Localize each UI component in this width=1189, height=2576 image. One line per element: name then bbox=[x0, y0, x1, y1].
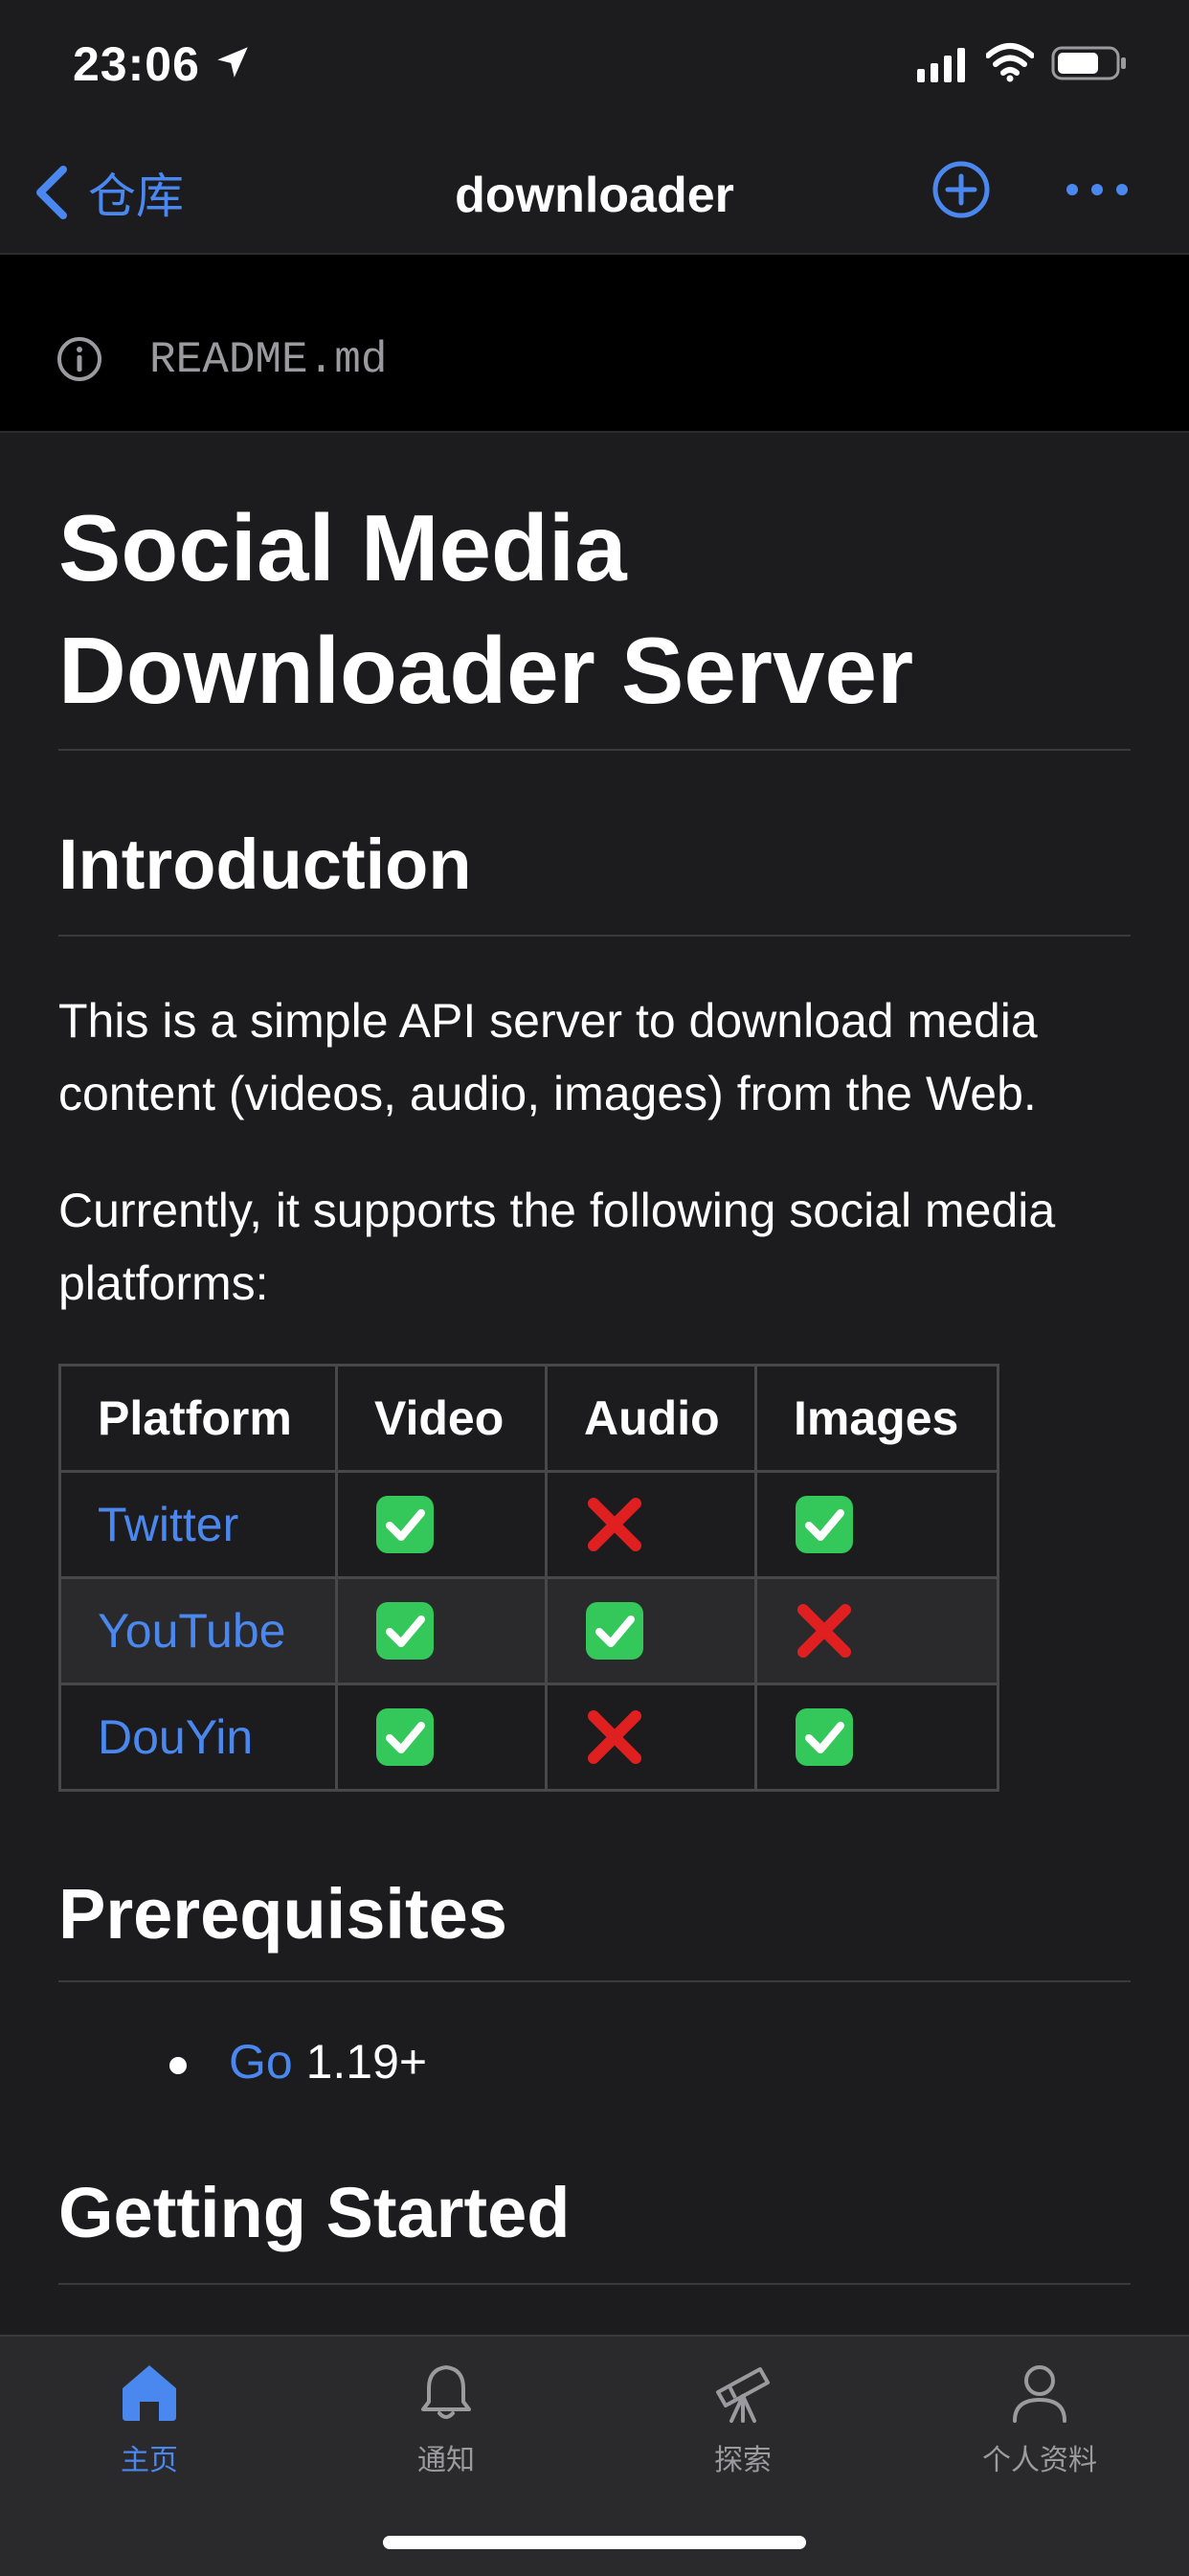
tab-home[interactable]: 主页 bbox=[54, 2360, 245, 2478]
intro-text: This is a simple API server to download … bbox=[58, 994, 1038, 1120]
go-version: 1.19+ bbox=[292, 2035, 428, 2089]
check-icon bbox=[794, 1706, 855, 1768]
person-icon bbox=[1013, 2365, 1066, 2423]
check-icon bbox=[374, 1494, 436, 1555]
platform-link[interactable]: Twitter bbox=[98, 1498, 238, 1551]
table-row: DouYin bbox=[58, 1683, 999, 1792]
table-cell-video bbox=[335, 1470, 548, 1579]
wifi-icon bbox=[986, 43, 1034, 82]
home-icon bbox=[123, 2365, 176, 2421]
file-name: README.md bbox=[149, 335, 388, 385]
table-cell-audio bbox=[545, 1683, 757, 1792]
status-bar: 23:06 bbox=[0, 0, 1189, 134]
info-icon bbox=[57, 337, 101, 381]
navigation-bar: 仓库 downloader bbox=[0, 134, 1189, 255]
telescope-icon bbox=[716, 2367, 770, 2423]
table-cell-images bbox=[754, 1470, 999, 1579]
readme-title: Social Media Downloader Server bbox=[58, 495, 914, 723]
tab-label: 通知 bbox=[417, 2445, 475, 2476]
table-cell-platform: YouTube bbox=[58, 1576, 338, 1685]
getting-started-heading: Getting Started bbox=[58, 2173, 571, 2252]
divider bbox=[58, 1980, 1131, 1982]
go-link[interactable]: Go bbox=[229, 2035, 293, 2089]
home-indicator[interactable] bbox=[383, 2536, 806, 2549]
tab-notifications[interactable]: 通知 bbox=[350, 2360, 542, 2478]
table-cell-platform: Twitter bbox=[58, 1470, 338, 1579]
table-header-cell: Images bbox=[754, 1364, 999, 1473]
divider bbox=[58, 2283, 1131, 2285]
cross-icon bbox=[584, 1706, 645, 1768]
platform-link[interactable]: YouTube bbox=[98, 1604, 285, 1658]
table-cell-video bbox=[335, 1683, 548, 1792]
table-header-row: Platform Video Audio Images bbox=[58, 1364, 999, 1473]
cross-icon bbox=[584, 1494, 645, 1555]
table-cell-audio bbox=[545, 1576, 757, 1685]
tab-label: 探索 bbox=[714, 2445, 772, 2476]
table-cell-video bbox=[335, 1576, 548, 1685]
tab-label: 主页 bbox=[121, 2445, 178, 2476]
add-circle-icon[interactable] bbox=[931, 159, 992, 220]
tab-explore[interactable]: 探索 bbox=[647, 2360, 839, 2478]
file-header: README.md bbox=[0, 255, 1189, 433]
divider bbox=[58, 749, 1131, 751]
check-icon bbox=[374, 1600, 436, 1661]
table-cell-audio bbox=[545, 1470, 757, 1579]
tab-label: 个人资料 bbox=[982, 2445, 1097, 2476]
check-icon bbox=[584, 1600, 645, 1661]
cellular-signal-icon bbox=[917, 48, 965, 82]
bell-icon bbox=[421, 2365, 471, 2419]
prerequisites-heading: Prerequisites bbox=[58, 1874, 507, 1954]
platform-support-table: Platform Video Audio Images Twitter YouT… bbox=[58, 1364, 999, 1792]
battery-icon bbox=[1051, 46, 1126, 80]
table-cell-platform: DouYin bbox=[58, 1683, 338, 1792]
cross-icon bbox=[794, 1600, 855, 1661]
table-cell-images bbox=[754, 1683, 999, 1792]
support-text: Currently, it supports the following soc… bbox=[58, 1184, 1056, 1310]
divider bbox=[58, 935, 1131, 937]
location-arrow-icon bbox=[217, 47, 248, 78]
list-item: Go 1.19+ bbox=[169, 2034, 427, 2090]
intro-heading: Introduction bbox=[58, 825, 472, 904]
table-cell-images bbox=[754, 1576, 999, 1685]
more-options-icon[interactable] bbox=[1063, 169, 1132, 211]
bullet-icon bbox=[169, 2056, 187, 2074]
table-row: Twitter bbox=[58, 1470, 999, 1579]
table-header-cell: Audio bbox=[545, 1364, 757, 1473]
status-time: 23:06 bbox=[73, 37, 200, 91]
tab-profile[interactable]: 个人资料 bbox=[944, 2360, 1135, 2478]
table-header-cell: Platform bbox=[58, 1364, 338, 1473]
check-icon bbox=[794, 1494, 855, 1555]
repo-title: downloader bbox=[455, 168, 734, 223]
check-icon bbox=[374, 1706, 436, 1768]
table-header-cell: Video bbox=[335, 1364, 548, 1473]
platform-link[interactable]: DouYin bbox=[98, 1710, 253, 1764]
table-row: YouTube bbox=[58, 1576, 999, 1685]
